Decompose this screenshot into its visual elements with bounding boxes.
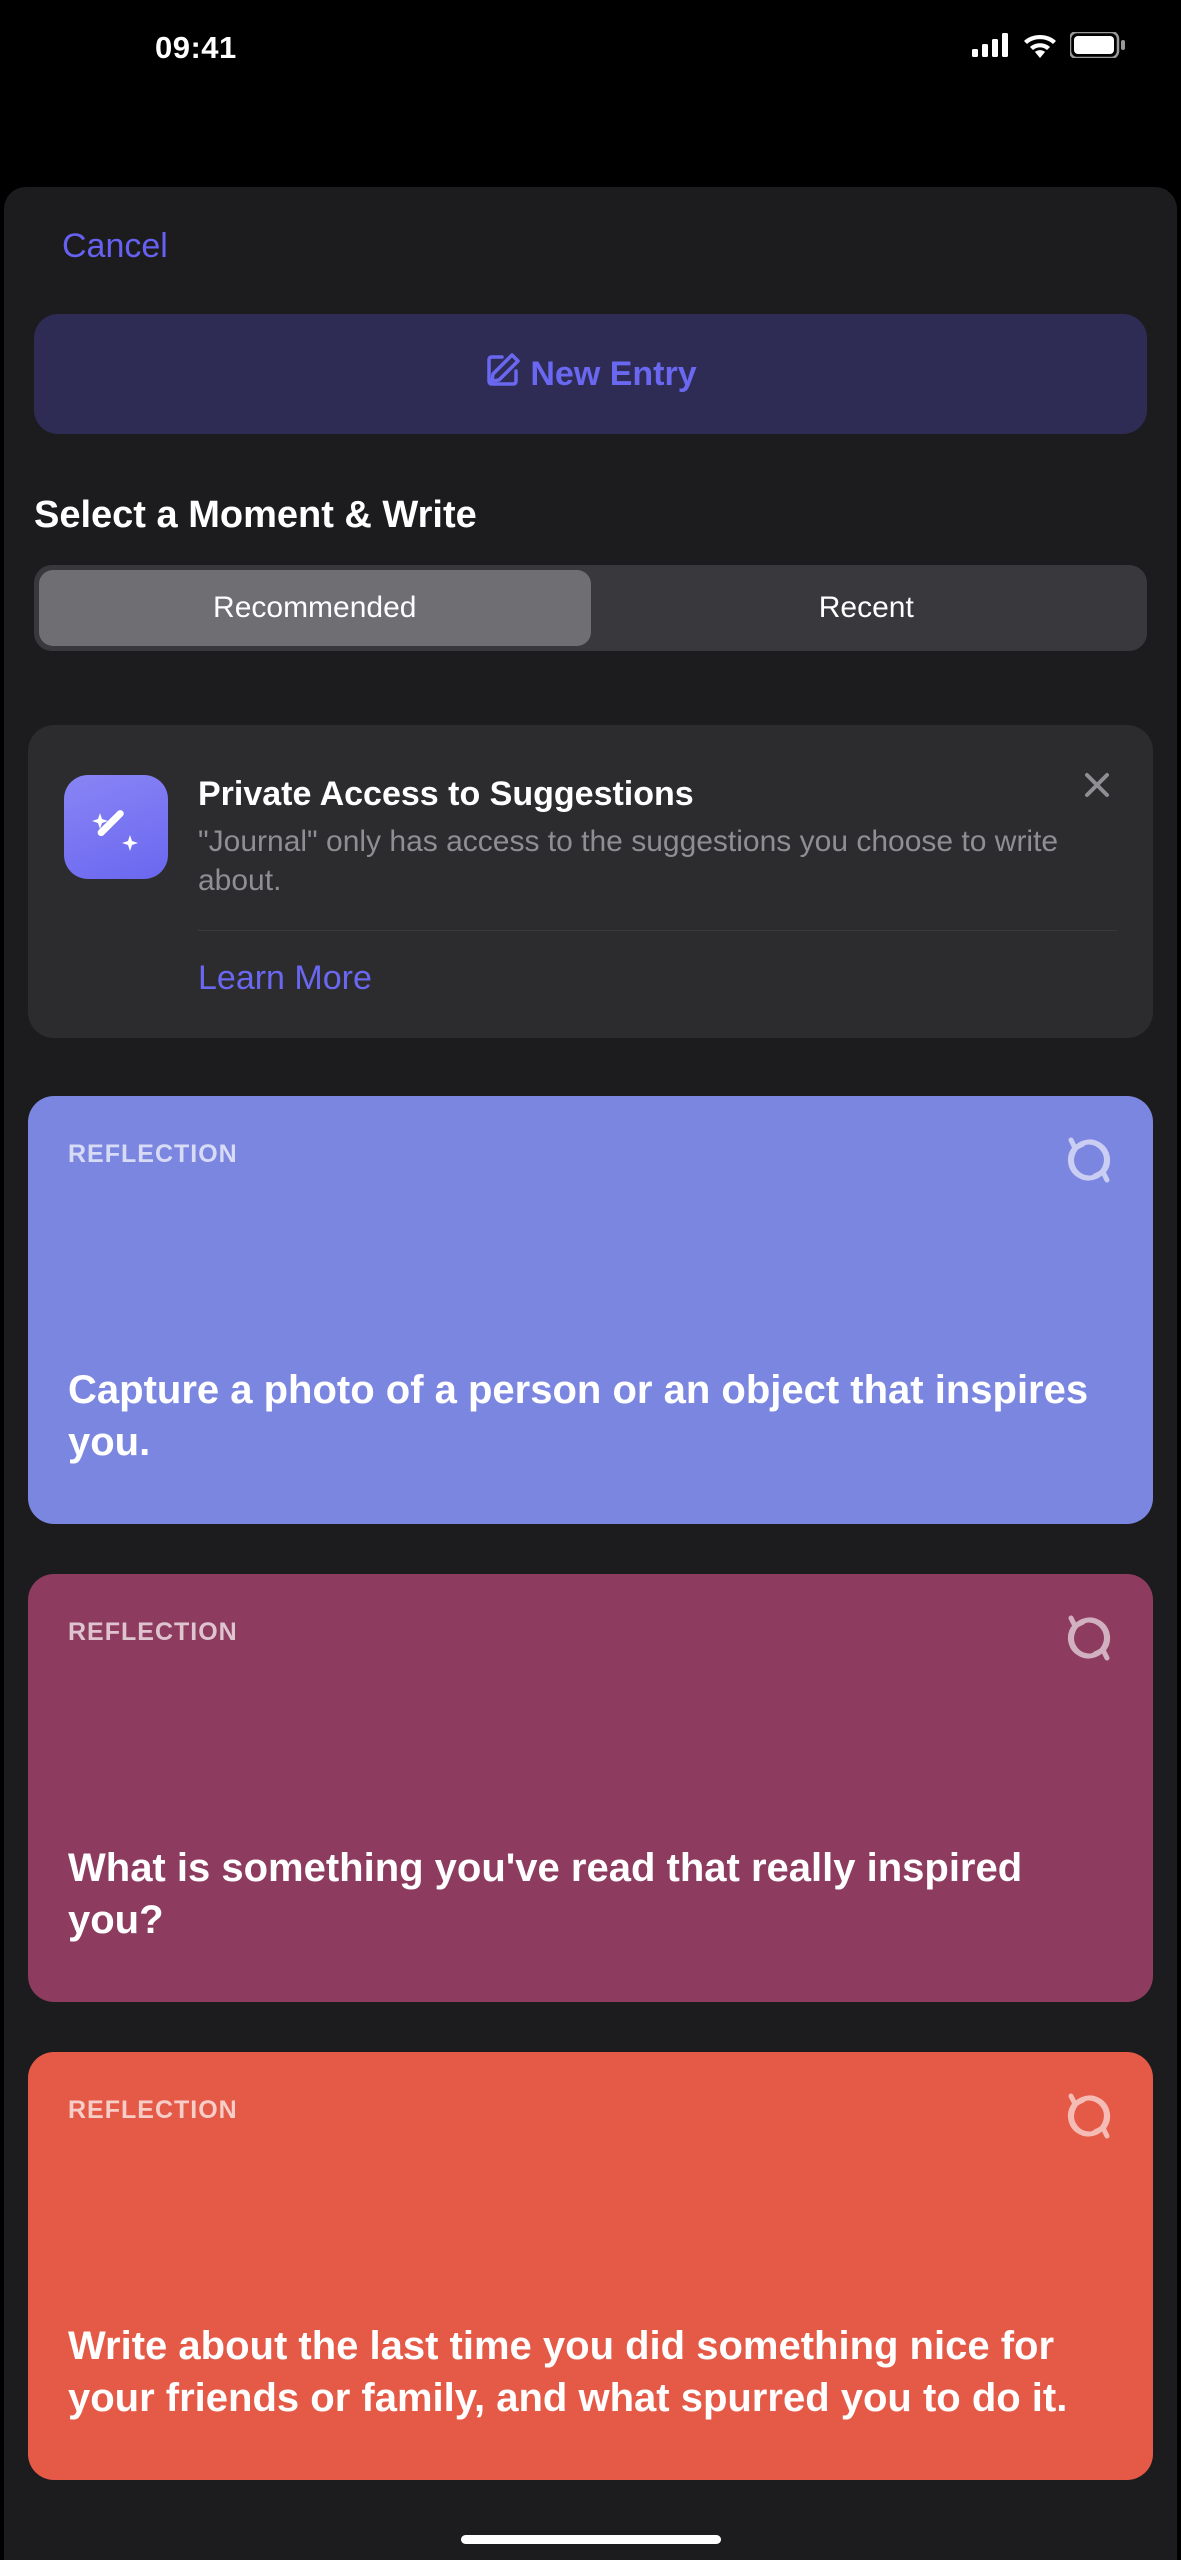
reflection-card[interactable]: REFLECTION Write about the last time you… bbox=[28, 2052, 1153, 2480]
card-prompt: What is something you've read that reall… bbox=[68, 1842, 1113, 1946]
battery-icon bbox=[1070, 32, 1126, 63]
new-entry-button[interactable]: New Entry bbox=[34, 314, 1147, 434]
refresh-icon[interactable] bbox=[1063, 1134, 1115, 1191]
tab-recent[interactable]: Recent bbox=[591, 570, 1143, 646]
magic-wand-icon bbox=[64, 775, 168, 879]
notice-title: Private Access to Suggestions bbox=[198, 775, 1117, 814]
segmented-control: Recommended Recent bbox=[34, 565, 1147, 651]
cancel-button[interactable]: Cancel bbox=[62, 227, 1143, 266]
refresh-icon[interactable] bbox=[1063, 1612, 1115, 1669]
status-bar: 09:41 bbox=[0, 0, 1181, 95]
tab-recommended[interactable]: Recommended bbox=[39, 570, 591, 646]
status-icons bbox=[972, 32, 1126, 63]
cellular-icon bbox=[972, 33, 1010, 62]
card-category: REFLECTION bbox=[68, 1618, 1113, 1647]
reflection-card[interactable]: REFLECTION Capture a photo of a person o… bbox=[28, 1096, 1153, 1524]
modal-sheet: Cancel New Entry Select a Moment & Write… bbox=[4, 187, 1177, 2560]
close-icon[interactable] bbox=[1081, 769, 1113, 806]
section-title: Select a Moment & Write bbox=[34, 494, 1147, 537]
status-time: 09:41 bbox=[155, 30, 237, 66]
divider bbox=[198, 930, 1117, 931]
card-category: REFLECTION bbox=[68, 2096, 1113, 2125]
learn-more-link[interactable]: Learn More bbox=[198, 959, 1117, 998]
new-entry-label: New Entry bbox=[530, 355, 696, 394]
compose-icon bbox=[484, 351, 522, 398]
reflection-card[interactable]: REFLECTION What is something you've read… bbox=[28, 1574, 1153, 2002]
wifi-icon bbox=[1022, 32, 1058, 63]
notice-desc: "Journal" only has access to the suggest… bbox=[198, 822, 1117, 900]
refresh-icon[interactable] bbox=[1063, 2090, 1115, 2147]
card-prompt: Write about the last time you did someth… bbox=[68, 2320, 1113, 2424]
privacy-notice: Private Access to Suggestions "Journal" … bbox=[28, 725, 1153, 1038]
home-indicator[interactable] bbox=[461, 2535, 721, 2544]
card-category: REFLECTION bbox=[68, 1140, 1113, 1169]
card-prompt: Capture a photo of a person or an object… bbox=[68, 1364, 1113, 1468]
